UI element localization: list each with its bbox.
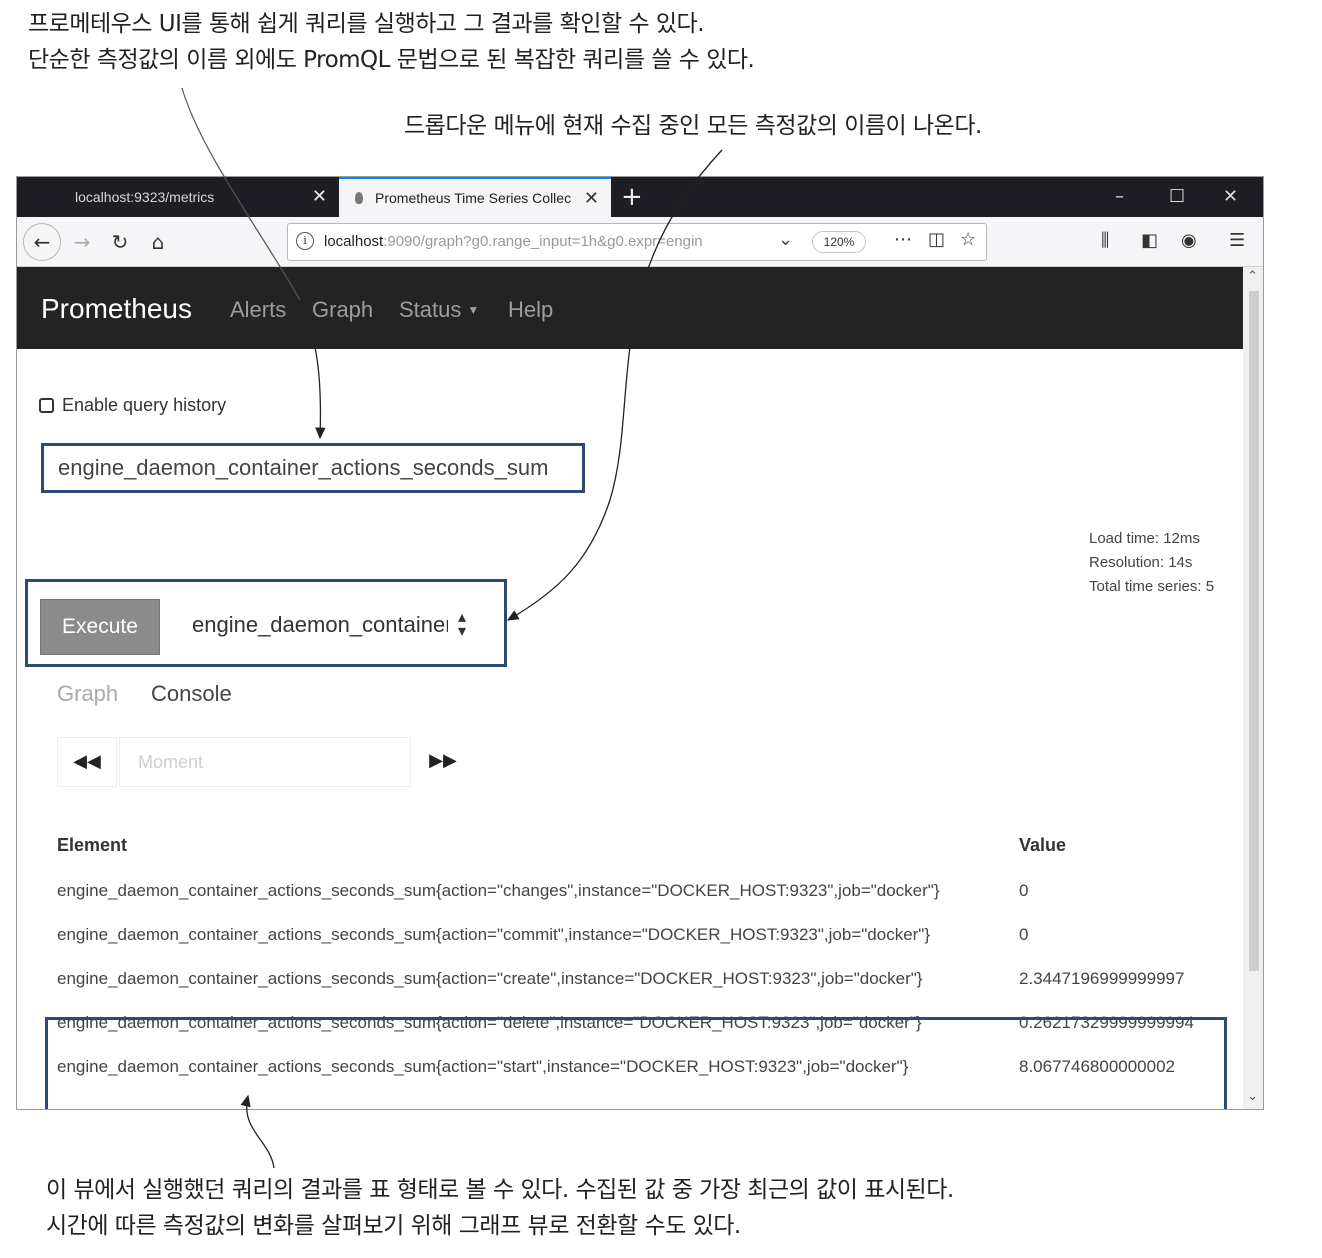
total-series: Total time series: 5 [1089, 578, 1215, 595]
maximize-icon[interactable]: ☐ [1169, 183, 1185, 211]
annotation-middle: 드롭다운 메뉴에 현재 수집 중인 모든 측정값의 이름이 나온다. [404, 113, 982, 139]
row-element: engine_daemon_container_actions_seconds_… [57, 925, 931, 944]
info-icon[interactable]: i [296, 232, 314, 250]
annotation-bottom-line1: 이 뷰에서 실행했던 쿼리의 결과를 표 형태로 볼 수 있다. 수집된 값 중… [46, 1177, 954, 1203]
table-row: engine_daemon_container_actions_seconds_… [17, 869, 1243, 913]
home-icon[interactable]: ⌂ [143, 227, 173, 257]
execute-button[interactable]: Execute [40, 599, 160, 655]
account-icon[interactable]: ◉ [1181, 229, 1197, 253]
column-header-value: Value [1019, 835, 1067, 855]
annotation-top-line2: 단순한 측정값의 이름 외에도 PromQL 문법으로 된 복잡한 쿼리를 쓸 … [28, 47, 755, 73]
execute-callout: Execute engine_daemon_container_actions_… [25, 579, 507, 667]
browser-toolbar: ← → ↻ ⌂ i localhost:9090/graph?g0.range_… [17, 217, 1263, 267]
window-close-icon[interactable]: ✕ [1223, 183, 1238, 211]
star-icon[interactable]: ☆ [960, 229, 976, 250]
annotation-bottom: 이 뷰에서 실행했던 쿼리의 결과를 표 형태로 볼 수 있다. 수집된 값 중… [46, 1172, 954, 1244]
browser-window: localhost:9323/metrics ✕ Prometheus Time… [16, 176, 1264, 1110]
expression-input[interactable]: engine_daemon_container_actions_seconds_… [58, 455, 548, 481]
minimize-icon[interactable]: – [1115, 183, 1124, 211]
tab-bar: localhost:9323/metrics ✕ Prometheus Time… [17, 177, 1263, 217]
chevron-down-icon[interactable]: ⌄ [778, 229, 793, 250]
annotation-top: 프로메테우스 UI를 통해 쉽게 쿼리를 실행하고 그 결과를 확인할 수 있다… [28, 6, 755, 78]
more-icon[interactable]: ⋯ [894, 229, 912, 250]
tab-metrics[interactable]: localhost:9323/metrics ✕ [17, 177, 339, 217]
menu-icon[interactable]: ☰ [1229, 229, 1245, 253]
metric-select[interactable]: engine_daemon_container_actions_seconds_… [192, 612, 448, 638]
expression-input-box[interactable]: engine_daemon_container_actions_seconds_… [41, 443, 585, 493]
url-text[interactable]: localhost:9090/graph?g0.range_input=1h&g… [324, 233, 762, 250]
new-tab-button[interactable]: + [621, 180, 643, 214]
row-element: engine_daemon_container_actions_seconds_… [57, 881, 940, 900]
tab-metrics-title: localhost:9323/metrics [75, 189, 215, 205]
row-value: 2.3447196999999997 [1019, 969, 1185, 988]
tab-console[interactable]: Console [151, 681, 232, 707]
scroll-thumb[interactable] [1249, 291, 1259, 971]
table-row: engine_daemon_container_actions_seconds_… [17, 957, 1243, 1001]
scroll-down-icon[interactable]: ⌄ [1247, 1089, 1258, 1104]
url-host: localhost [324, 233, 384, 250]
results-callout [45, 1017, 1227, 1109]
vertical-scrollbar[interactable]: ⌃ ⌄ [1243, 267, 1263, 1109]
pocket-icon[interactable]: ◫ [928, 229, 945, 250]
url-bar[interactable]: i localhost:9090/graph?g0.range_input=1h… [287, 223, 987, 261]
close-icon[interactable]: ✕ [584, 188, 599, 208]
annotation-bottom-line2: 시간에 따른 측정값의 변화를 살펴보기 위해 그래프 뷰로 전환할 수도 있다… [46, 1213, 741, 1239]
close-icon[interactable]: ✕ [312, 186, 327, 206]
brand-logo[interactable]: Prometheus [41, 293, 192, 325]
nav-alerts[interactable]: Alerts [230, 297, 286, 323]
tab-prometheus[interactable]: Prometheus Time Series Collec ✕ [339, 177, 611, 217]
row-element: engine_daemon_container_actions_seconds_… [57, 969, 923, 988]
row-value: 0 [1019, 925, 1029, 944]
history-label: Enable query history [62, 395, 227, 415]
page-content: Prometheus Alerts Graph Status ▼ Help Ena… [17, 267, 1243, 1109]
table-row: engine_daemon_container_actions_seconds_… [17, 913, 1243, 957]
reload-icon[interactable]: ↻ [105, 227, 135, 257]
load-time: Load time: 12ms [1089, 530, 1200, 547]
zoom-level[interactable]: 120% [812, 231, 866, 253]
nav-graph[interactable]: Graph [312, 297, 373, 323]
nav-status[interactable]: Status ▼ [399, 297, 479, 323]
sidebar-icon[interactable]: ◧ [1141, 229, 1158, 253]
rewind-icon[interactable]: ◀◀ [57, 737, 117, 787]
scroll-up-icon[interactable]: ⌃ [1247, 269, 1258, 284]
select-arrows-icon[interactable]: ▴ ▾ [458, 609, 466, 639]
row-value: 0 [1019, 881, 1029, 900]
prometheus-favicon-icon [355, 192, 363, 204]
tab-graph[interactable]: Graph [57, 681, 118, 707]
caret-down-icon: ▼ [467, 303, 480, 317]
history-checkbox[interactable] [39, 398, 54, 413]
url-path: :9090/graph?g0.range_input=1h&g0.expr=en… [383, 233, 703, 250]
nav-status-label: Status [399, 297, 462, 322]
forward-icon[interactable]: → [67, 227, 97, 257]
query-stats: Load time: 12ms Resolution: 14s Total ti… [1089, 527, 1214, 599]
fast-forward-icon[interactable]: ▶▶ [413, 737, 473, 787]
resolution: Resolution: 14s [1089, 554, 1193, 571]
library-icon[interactable]: ⫼ [1101, 229, 1109, 253]
column-header-element: Element [57, 835, 128, 855]
back-icon[interactable]: ← [23, 223, 61, 261]
annotation-top-line1: 프로메테우스 UI를 통해 쉽게 쿼리를 실행하고 그 결과를 확인할 수 있다… [28, 11, 705, 37]
query-history-toggle[interactable]: Enable query history [39, 395, 226, 416]
prometheus-navbar: Prometheus Alerts Graph Status ▼ Help [17, 267, 1243, 349]
nav-help[interactable]: Help [508, 297, 553, 323]
moment-input[interactable]: Moment [119, 737, 411, 787]
tab-prometheus-title: Prometheus Time Series Collec [375, 190, 572, 206]
